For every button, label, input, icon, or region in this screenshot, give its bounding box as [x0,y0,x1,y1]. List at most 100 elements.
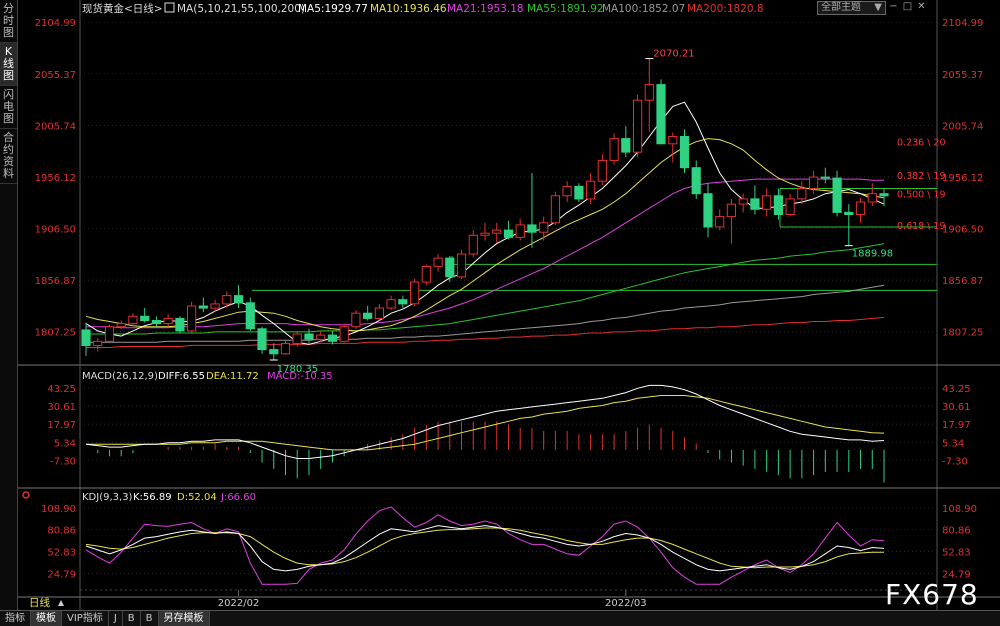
close-icon[interactable]: ✕ [916,1,927,12]
watermark: FX678 [885,578,979,611]
x-tick-label: 2022/02 [218,598,260,609]
tab-templates[interactable]: 模板 [31,611,62,626]
candle-down [621,138,631,153]
candle-down [257,328,267,351]
fibonacci-labels: 0.236 \ 20 0.382 \ 19 0.500 \ 19 0.618 \ 19 [897,138,946,232]
macd-label: MACD(26,12,9) [82,371,158,382]
macd-tick-label-right: -7.30 [942,456,968,467]
macd-histogram [97,421,885,483]
price-tick-label: 1856.87 [35,276,76,287]
low-label: 1889.98 [852,249,893,260]
candle-up [292,333,302,344]
kdj-k: K:56.89 [133,492,172,503]
period-label[interactable]: 日线 [29,596,50,609]
price-tick-label-right: 2104.99 [942,18,983,29]
candle-up [222,295,232,305]
candle-down [234,295,244,304]
candle-down [503,229,514,238]
tab-b2[interactable]: B [141,611,159,626]
tab-vip-indicators[interactable]: VIP指标 [62,611,109,626]
candle-down [820,176,830,179]
header-ma55: MA55:1891.92 [527,3,604,15]
candle-up [633,99,643,153]
candle-down [398,299,408,305]
macd-tick-label: 5.34 [54,438,76,449]
candle-down [269,349,279,355]
kdj-tick-label: 108.90 [41,504,76,515]
price-tick-label-right: 1856.87 [942,276,983,287]
price-tick-label: 1807.25 [35,328,76,339]
kdj-settings-icon[interactable] [22,491,30,499]
header-ma100: MA100:1852.07 [602,3,685,15]
candle-up [867,193,877,203]
macd-diff: DIFF:6.55 [158,371,205,382]
kdj-d: D:52.04 [177,492,217,503]
header-instrument: 现货黄金<日线> [82,2,163,15]
candle-up [433,257,443,267]
macd-tick-label-right: 17.97 [942,420,971,431]
candle-down [691,167,701,195]
candle-up [492,229,502,234]
candle-down [656,84,666,145]
theme-select[interactable]: 全部主题 ▼ [817,1,886,15]
candle-down [445,257,455,278]
header-ma-params: MA(5,10,21,55,100,200) [177,3,305,15]
candle-up [386,299,396,309]
candle-up [280,342,291,355]
price-axis-left: 2104.99 2055.37 2005.74 1956.12 1906.50 1856.… [35,18,76,338]
candle-down [574,185,584,200]
theme-select-value: 全部主题 [821,2,861,13]
candle-down [879,193,889,197]
fib-level-label: 0.382 \ 19 [897,171,946,182]
tab-indicators[interactable]: 指标 [0,611,31,626]
candle-up [586,180,596,200]
candle-up [104,326,115,342]
tab-b1[interactable]: B [123,611,141,626]
candle-up [116,323,126,328]
candle-up [210,303,220,309]
chart-canvas: 2104.99 2055.37 2005.74 1956.12 1906.50 1856.… [18,0,1000,610]
kdj-tick-label: 80.86 [47,526,76,537]
macd-tick-label-right: 30.61 [942,402,971,413]
ma100-line [86,284,885,343]
candle-up [550,195,560,224]
macd-tick-label-right: 43.25 [942,384,971,395]
candle-up [468,234,478,255]
candle-up [762,195,772,210]
kdj-k-line [85,525,885,572]
period-up-icon[interactable] [58,600,64,606]
panel-frames [18,0,1000,610]
macd-axis-left: 43.25 30.61 17.97 5.34 -7.30 [47,384,76,467]
candle-down [198,305,208,309]
price-grid [80,21,937,333]
minimize-icon[interactable]: − [888,1,899,12]
fib-level-label: 0.236 \ 20 [897,138,946,149]
candle-down [527,224,537,233]
candle-down [363,312,373,319]
candlesticks[interactable] [81,58,889,360]
candle-down [327,334,337,342]
candle-up [515,224,525,238]
tab-j[interactable]: J [109,611,123,626]
candle-up [609,138,619,161]
kdj-axis-left: 108.90 80.86 52.83 24.79 [41,504,76,581]
candle-up [715,216,725,228]
kdj-tick-label-right: 108.90 [942,504,977,515]
candle-up [668,136,678,145]
candle-down [679,136,690,169]
candle-up [316,334,326,340]
tab-save-template[interactable]: 另存模板 [158,611,210,626]
candle-up [339,326,349,342]
candle-up [374,307,384,319]
ma-toggle-icon[interactable] [164,2,175,13]
maximize-icon[interactable]: □ [902,1,913,12]
macd-tick-label: 17.97 [47,420,76,431]
price-annotations: 2070.211780.351889.98 [269,49,893,375]
price-tick-label: 2104.99 [35,18,76,29]
price-tick-label-right: 2055.37 [942,70,983,81]
fib-level-label: 0.618 \ 19 [897,221,946,232]
kdj-tick-label-right: 52.83 [942,548,971,559]
kdj-tick-label: 52.83 [47,548,76,559]
candle-up [93,340,103,346]
candle-up [738,198,748,205]
